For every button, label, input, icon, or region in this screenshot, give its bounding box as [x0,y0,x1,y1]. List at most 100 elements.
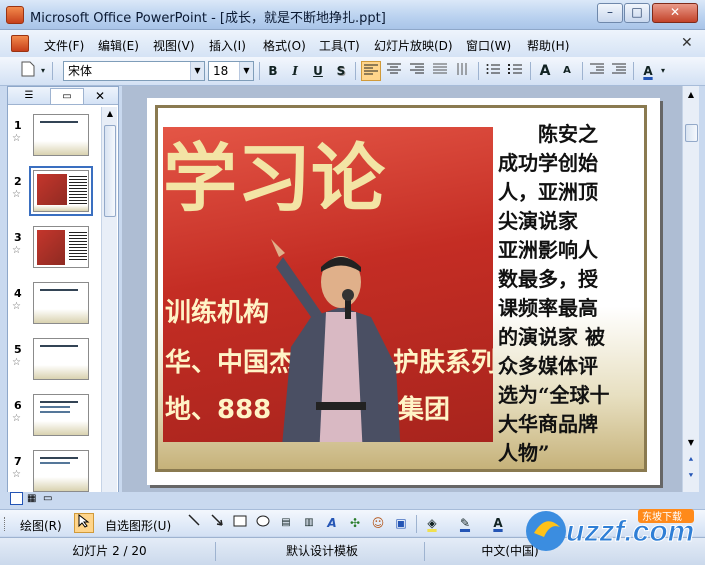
align-center-button[interactable] [384,61,404,81]
maximize-button[interactable]: □ [624,3,650,23]
bold-button[interactable]: B [263,61,283,81]
underline-button[interactable]: U [308,61,328,81]
powerpoint-app-icon[interactable] [6,6,24,24]
chevron-down-icon[interactable]: ▼ [239,62,253,80]
text-line: 的演说家 被 [498,325,605,349]
window-title: Microsoft Office PowerPoint - [成长，就是不断地挣… [30,11,386,26]
menu-bar: 文件(F) 编辑(E) 视图(V) 插入(I) 格式(O) 工具(T) 幻灯片放… [0,30,705,57]
text-line: 选为“全球十 [498,383,610,407]
line-color-button[interactable]: ✎ [455,513,475,533]
clipart-button[interactable]: ☺ [368,513,388,533]
slide-number: 7 [14,455,22,468]
new-document-icon[interactable] [18,61,38,81]
speaker-photo[interactable]: 学习论 训练机构 华、中国杰 护肤系列 地、888 集团 [163,127,493,442]
formatting-toolbar: ▾ 宋体 ▼ 18 ▼ B I U S A A A ▾ [0,57,705,86]
chevron-down-icon[interactable]: ▼ [190,62,204,80]
slide-thumbnail-2[interactable] [29,166,93,216]
font-color-button[interactable]: A [638,61,658,81]
font-color-dropdown-icon[interactable]: ▾ [658,61,668,81]
autoshapes-button[interactable]: 自选图形(U) [105,517,171,534]
text-line: 数最多，授 [498,267,598,291]
slides-pane-scrollbar[interactable]: ▲ ▼ [101,107,117,505]
rectangle-tool-button[interactable] [230,513,250,533]
scroll-thumb[interactable] [104,125,116,217]
arrow-tool-button[interactable] [207,513,227,533]
shadow-button[interactable]: S [331,61,351,81]
align-right-button[interactable] [407,61,427,81]
font-name-select[interactable]: 宋体 ▼ [63,61,205,81]
align-left-icon [364,64,378,75]
watermark-sub-text: 东坡下载 [642,510,682,523]
slide-number: 2 [14,175,22,188]
menu-format[interactable]: 格式(O) [263,37,306,54]
draw-menu-button[interactable]: 绘图(R) [20,517,62,534]
slide-text-box[interactable]: 陈安之 成功学创始 人，亚洲顶 尖演说家 亚洲影响人 数最多，授 课频率最高 的… [498,120,638,468]
document-icon[interactable] [11,35,29,52]
tab-slides[interactable]: ▭ [50,88,84,104]
oval-tool-button[interactable] [253,513,273,533]
menu-view[interactable]: 视图(V) [153,37,195,54]
transition-star-icon: ☆ [12,133,21,144]
font-size-value: 18 [213,64,229,78]
textbox-tool-button[interactable]: ▤ [276,513,296,533]
separator [416,515,417,533]
bullets-button[interactable] [505,61,525,81]
scroll-up-icon[interactable]: ▲ [103,107,117,121]
previous-slide-icon[interactable]: ⯅ [684,453,698,467]
minimize-button[interactable]: – [597,3,623,23]
menu-help[interactable]: 帮助(H) [527,37,569,54]
slide-number: 4 [14,287,22,300]
scroll-up-icon[interactable]: ▲ [684,88,698,102]
shrink-font-button[interactable]: A [557,61,577,81]
menu-tools[interactable]: 工具(T) [319,37,360,54]
slide-thumbnail-3[interactable] [33,226,89,268]
slide-scrollbar[interactable]: ▲ ▼ ⯅ ⯆ [682,86,699,496]
slide-number: 3 [14,231,22,244]
increase-indent-button[interactable] [609,61,629,81]
pointer-icon [78,513,90,528]
numbering-button[interactable] [483,61,503,81]
decrease-indent-button[interactable] [587,61,607,81]
slide-sorter-view-icon[interactable]: ▦ [27,492,40,505]
slide-thumbnail-7[interactable] [33,450,89,492]
wordart-button[interactable]: A [322,513,342,533]
transition-star-icon: ☆ [12,413,21,424]
close-button[interactable]: ✕ [652,3,698,23]
slide-thumbnail-1[interactable] [33,114,89,156]
rectangle-icon [233,515,247,527]
menu-insert[interactable]: 插入(I) [209,37,246,54]
diagram-button[interactable]: ✣ [345,513,365,533]
next-slide-icon[interactable]: ⯆ [684,469,698,483]
menu-window[interactable]: 窗口(W) [466,37,511,54]
toolbar-grip[interactable] [4,517,6,531]
pane-close-icon[interactable]: ✕ [88,88,112,104]
vertical-textbox-button[interactable]: ▥ [299,513,319,533]
fill-color-button[interactable]: ◈ [422,513,442,533]
tab-outline[interactable]: ☰ [12,88,46,104]
italic-button[interactable]: I [285,61,305,81]
toolbar-options-icon[interactable]: ▾ [38,61,48,81]
normal-view-icon[interactable] [10,492,23,505]
select-objects-button[interactable] [74,513,94,533]
column-button[interactable] [453,61,473,81]
transition-star-icon: ☆ [12,301,21,312]
scroll-down-icon[interactable]: ▼ [684,436,698,450]
grow-font-button[interactable]: A [535,61,555,81]
scroll-thumb[interactable] [685,124,698,142]
menu-edit[interactable]: 编辑(E) [98,37,139,54]
menu-slideshow[interactable]: 幻灯片放映(D) [374,37,453,54]
menu-file[interactable]: 文件(F) [44,37,84,54]
slide-thumbnail-4[interactable] [33,282,89,324]
insert-picture-button[interactable]: ▣ [391,513,411,533]
slide-thumbnail-6[interactable] [33,394,89,436]
line-tool-button[interactable] [184,513,204,533]
document-close-icon[interactable]: ✕ [681,35,693,51]
distribute-button[interactable] [430,61,450,81]
banner-text-line4: 地、888 [165,395,272,425]
slideshow-view-icon[interactable]: ▭ [43,492,56,505]
slide-thumbnail-5[interactable] [33,338,89,380]
text-line: 人，亚洲顶 [498,180,598,204]
drawing-font-color-button[interactable]: A [488,513,508,533]
align-left-button[interactable] [361,61,381,81]
font-size-select[interactable]: 18 ▼ [208,61,254,81]
